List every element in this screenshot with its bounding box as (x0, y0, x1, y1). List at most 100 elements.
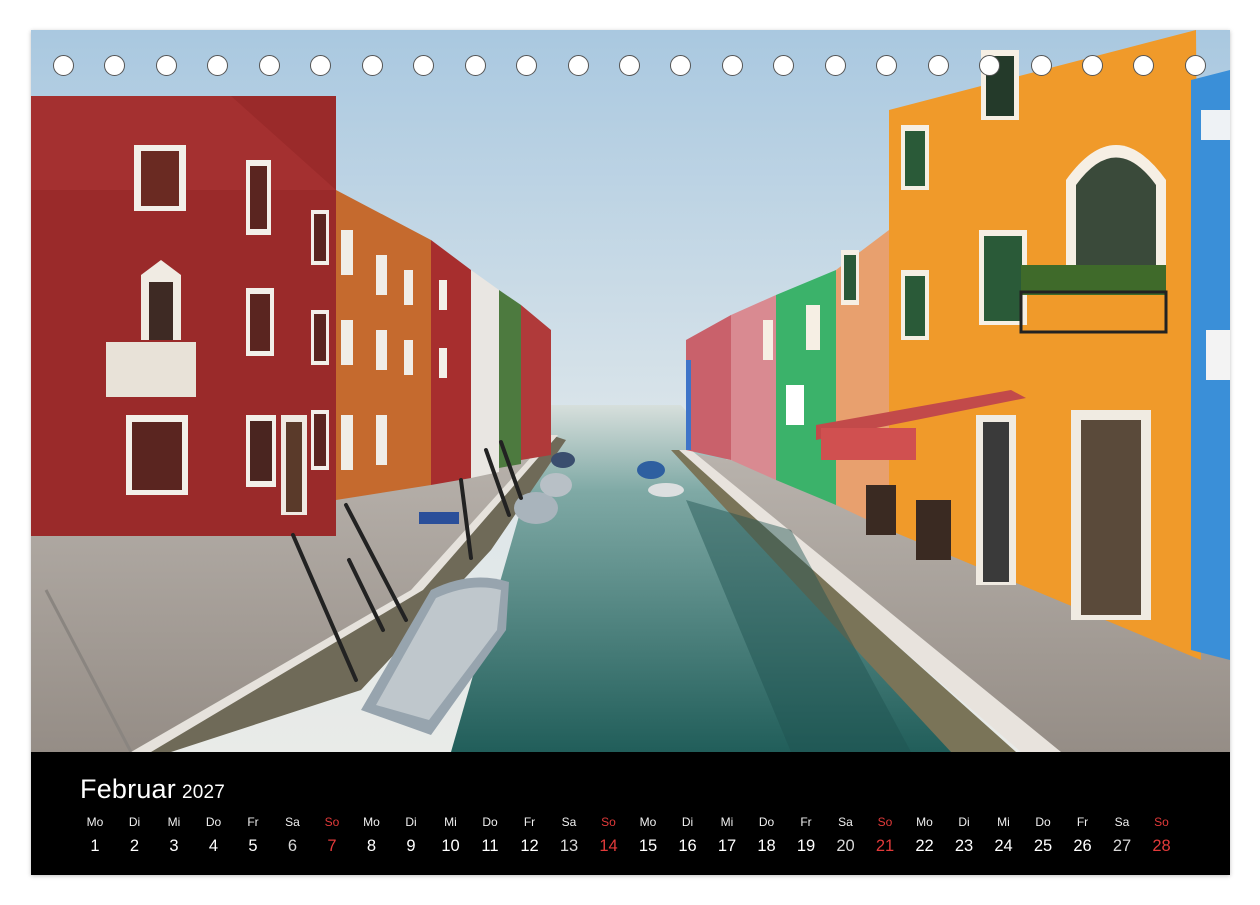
binding-hole (876, 55, 898, 76)
day-cell: Mo 1 (75, 814, 115, 856)
weekday-label: Mo (363, 815, 380, 829)
weekday-label: Mo (916, 815, 933, 829)
month-title: Februar 2027 (80, 774, 225, 805)
day-number: 2 (129, 837, 140, 855)
day-number: 13 (559, 837, 579, 855)
binding-hole (53, 55, 74, 76)
day-cell: Do 4 (194, 814, 234, 856)
day-number: 18 (757, 837, 776, 855)
binding-hole (567, 55, 589, 76)
binding-hole (1082, 55, 1103, 76)
day-cell: Di 16 (668, 814, 708, 856)
day-row: Mo 1 Di 2 Mi 3 Do 4 Fr 5 Sa 6 So 7 Mo 8 Di 9 Mi 10 Do 11 Fr 12 S… (31, 814, 1230, 864)
day-cell: Fr 19 (786, 814, 826, 856)
weekday-label: Di (405, 815, 417, 829)
binding-hole (1184, 55, 1206, 76)
weekday-label: Do (205, 815, 222, 829)
weekday-label: Di (681, 815, 694, 829)
weekday-label: Di (958, 815, 970, 829)
day-number: 7 (327, 837, 337, 855)
day-cell: Mo 8 (352, 814, 392, 856)
day-cell: Do 11 (470, 814, 510, 856)
day-cell: Sa 6 (273, 814, 313, 856)
binding-hole (464, 55, 486, 76)
day-number: 16 (678, 837, 697, 855)
day-cell: Mi 17 (707, 814, 747, 856)
binding-hole (361, 55, 383, 76)
day-cell: Do 25 (1023, 814, 1063, 856)
binding-hole (413, 55, 435, 76)
day-number: 4 (208, 837, 219, 855)
day-number: 10 (441, 837, 460, 855)
day-number: 19 (796, 837, 816, 855)
day-cell: Mi 3 (154, 814, 194, 856)
day-number: 14 (599, 837, 618, 855)
binding-hole (773, 55, 795, 76)
weekday-label: Mi (997, 815, 1010, 829)
day-number: 8 (366, 837, 377, 855)
day-number: 25 (1033, 837, 1053, 855)
binding-hole (310, 55, 332, 76)
weekday-label: Fr (800, 815, 812, 829)
day-cell: Sa 13 (549, 814, 589, 856)
day-number: 9 (406, 837, 416, 855)
day-cell: So 21 (865, 814, 905, 856)
day-number: 22 (915, 837, 934, 855)
binding-hole (670, 55, 692, 76)
weekday-label: Mi (444, 815, 457, 829)
day-cell: So 28 (1142, 814, 1182, 856)
binding-hole (618, 55, 640, 76)
binding-hole (824, 55, 846, 76)
binding-hole (104, 55, 126, 76)
day-cell: Mo 15 (628, 814, 668, 856)
day-number: 12 (520, 837, 539, 855)
day-number: 20 (836, 837, 855, 855)
weekday-label: Sa (561, 815, 577, 829)
day-number: 27 (1112, 837, 1132, 855)
weekday-label: Fr (523, 815, 536, 829)
weekday-label: Di (128, 815, 141, 829)
day-cell: So 7 (312, 814, 352, 856)
binding-holes (31, 55, 1230, 81)
day-cell: Sa 27 (1102, 814, 1142, 856)
binding-hole (1133, 55, 1155, 76)
binding-hole (927, 55, 949, 76)
month-name: Februar (80, 774, 176, 804)
weekday-label: Do (482, 815, 498, 829)
weekday-label: Sa (285, 815, 300, 829)
weekday-label: Fr (247, 815, 259, 829)
day-cell: Mi 10 (431, 814, 471, 856)
calendar-bar: Februar 2027 Mo 1 Di 2 Mi 3 Do 4 Fr 5 Sa 6 So 7 Mo 8 Di 9 M… (31, 752, 1230, 875)
weekday-label: So (1154, 815, 1169, 829)
weekday-label: Mi (167, 815, 181, 829)
day-cell: Di 23 (944, 814, 984, 856)
day-number: 6 (287, 837, 298, 855)
day-cell: Fr 12 (510, 814, 550, 856)
day-cell: Fr 26 (1063, 814, 1103, 856)
day-number: 21 (875, 837, 895, 855)
weekday-label: Mo (86, 815, 104, 829)
day-cell: Do 18 (747, 814, 787, 856)
day-number: 24 (994, 837, 1013, 855)
weekday-label: So (601, 815, 616, 829)
weekday-label: Mi (720, 815, 734, 829)
weekday-label: Do (758, 815, 775, 829)
weekday-label: Do (1035, 815, 1051, 829)
binding-hole (155, 55, 177, 76)
day-number: 17 (717, 837, 737, 855)
weekday-label: Sa (1114, 815, 1130, 829)
day-number: 23 (954, 837, 974, 855)
binding-hole (721, 55, 743, 76)
year-label: 2027 (181, 782, 226, 803)
binding-hole (1030, 55, 1052, 76)
day-cell: Mi 24 (984, 814, 1024, 856)
day-cell: Mo 22 (905, 814, 945, 856)
binding-hole (258, 55, 280, 76)
weekday-label: Sa (838, 815, 853, 829)
day-number: 1 (90, 837, 100, 855)
weekday-label: So (877, 815, 893, 829)
day-cell: So 14 (589, 814, 629, 856)
day-number: 15 (638, 837, 658, 855)
day-cell: Di 2 (115, 814, 155, 856)
binding-hole (207, 55, 229, 76)
